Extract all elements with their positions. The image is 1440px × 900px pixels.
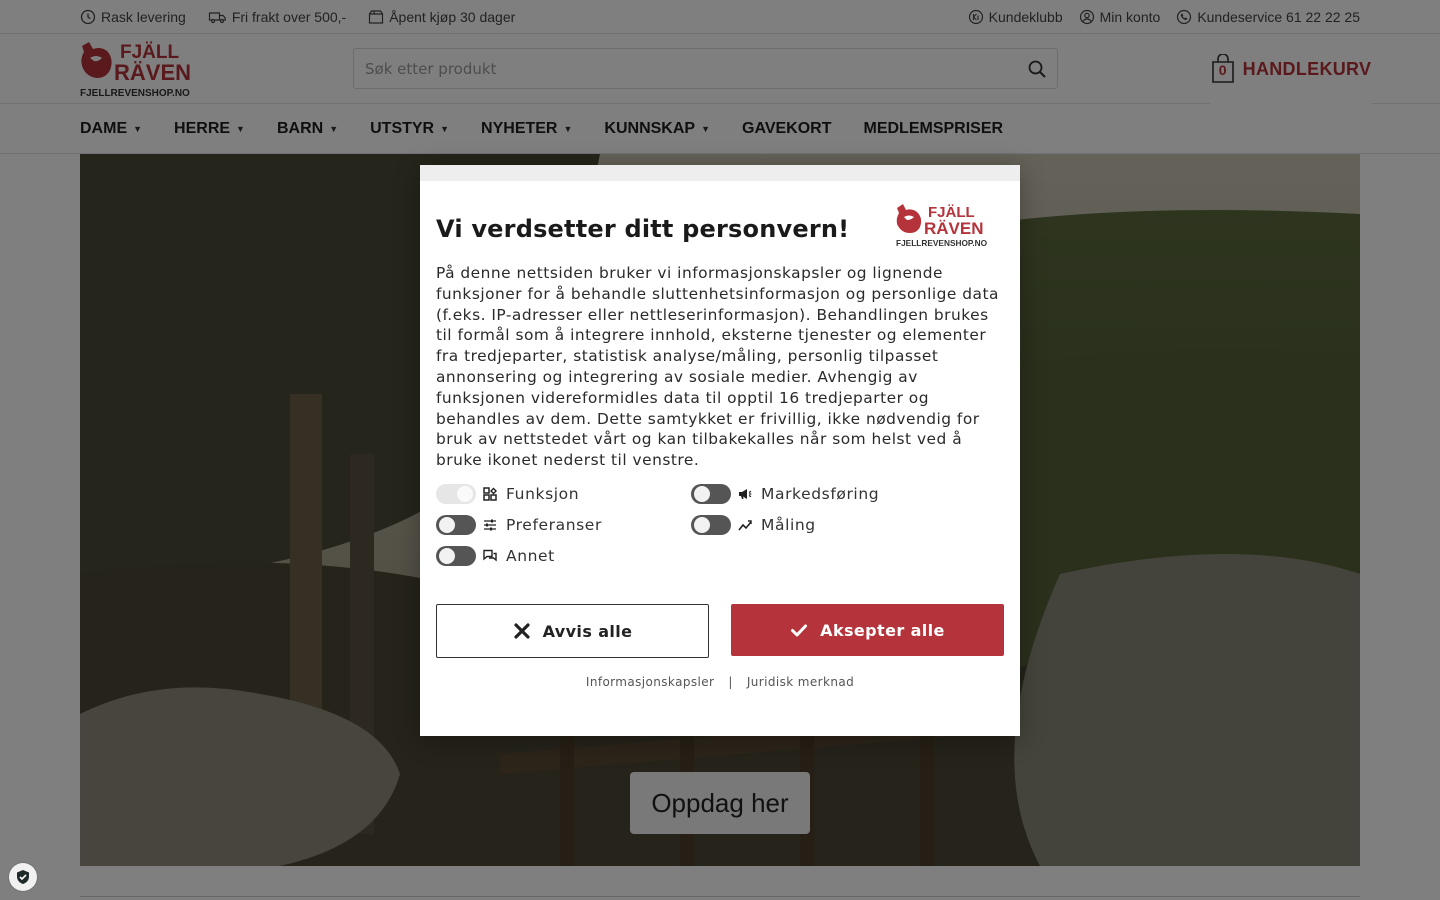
- accept-all-button[interactable]: Aksepter alle: [731, 604, 1004, 656]
- category-markedsforing: Markedsføring: [691, 483, 879, 505]
- category-funksjon: Funksjon: [436, 483, 579, 505]
- reject-label: Avvis alle: [542, 621, 633, 641]
- reject-all-button[interactable]: Avvis alle: [436, 604, 709, 658]
- accept-label: Aksepter alle: [820, 620, 945, 640]
- consent-links: Informasjonskapsler | Juridisk merknad: [420, 675, 1020, 689]
- toggle-funksjon: [436, 484, 476, 504]
- shield-check-icon: [17, 870, 29, 884]
- link-juridisk-merknad[interactable]: Juridisk merknad: [747, 675, 854, 689]
- chat-icon: [483, 549, 497, 562]
- category-label: Funksjon: [506, 485, 580, 503]
- toggle-markedsforing[interactable]: [691, 484, 731, 504]
- consent-dialog: Vi verdsetter ditt personvern! FJÄLL RÄV…: [420, 165, 1020, 736]
- chart-line-icon: [738, 520, 752, 531]
- link-informasjonskapsler[interactable]: Informasjonskapsler: [586, 675, 714, 689]
- toggle-maling[interactable]: [691, 515, 731, 535]
- dialog-top-band: [420, 165, 1020, 181]
- function-icon: [483, 487, 497, 501]
- category-maling: Måling: [691, 514, 816, 536]
- consent-body: På denne nettsiden bruker vi informasjon…: [436, 264, 999, 470]
- category-label: Preferanser: [506, 516, 602, 534]
- megaphone-icon: [739, 489, 752, 499]
- link-separator: |: [728, 675, 733, 689]
- category-preferanser: Preferanser: [436, 514, 602, 536]
- category-annet: Annet: [436, 545, 555, 567]
- svg-text:FJELLREVENSHOP.NO: FJELLREVENSHOP.NO: [896, 238, 988, 248]
- close-icon: [513, 623, 530, 639]
- category-label: Annet: [506, 547, 555, 565]
- dialog-logo: FJÄLL RÄVEN FJELLREVENSHOP.NO: [896, 203, 998, 249]
- toggle-annet[interactable]: [436, 546, 476, 566]
- sliders-icon: [484, 519, 496, 531]
- privacy-settings-button[interactable]: [9, 863, 37, 891]
- toggle-preferanser[interactable]: [436, 515, 476, 535]
- category-label: Måling: [761, 516, 816, 534]
- category-label: Markedsføring: [761, 485, 880, 503]
- svg-text:RÄVEN: RÄVEN: [924, 219, 984, 238]
- check-icon: [791, 624, 808, 637]
- consent-title: Vi verdsetter ditt personvern!: [436, 215, 850, 243]
- fox-logo-icon: FJÄLL RÄVEN FJELLREVENSHOP.NO: [896, 204, 988, 248]
